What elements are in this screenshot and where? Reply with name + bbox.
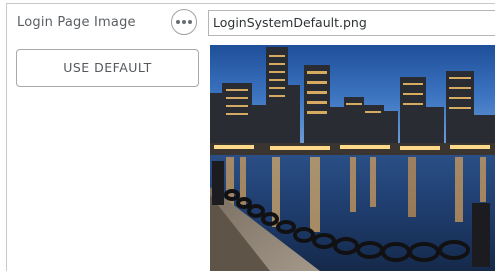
login-image-preview (210, 45, 495, 271)
login-page-image-label: Login Page Image (17, 15, 136, 30)
use-default-button[interactable]: USE DEFAULT (16, 49, 199, 87)
browse-button[interactable] (171, 9, 197, 35)
ellipsis-icon (176, 20, 180, 24)
filename-field[interactable]: LoginSystemDefault.png (208, 10, 495, 36)
